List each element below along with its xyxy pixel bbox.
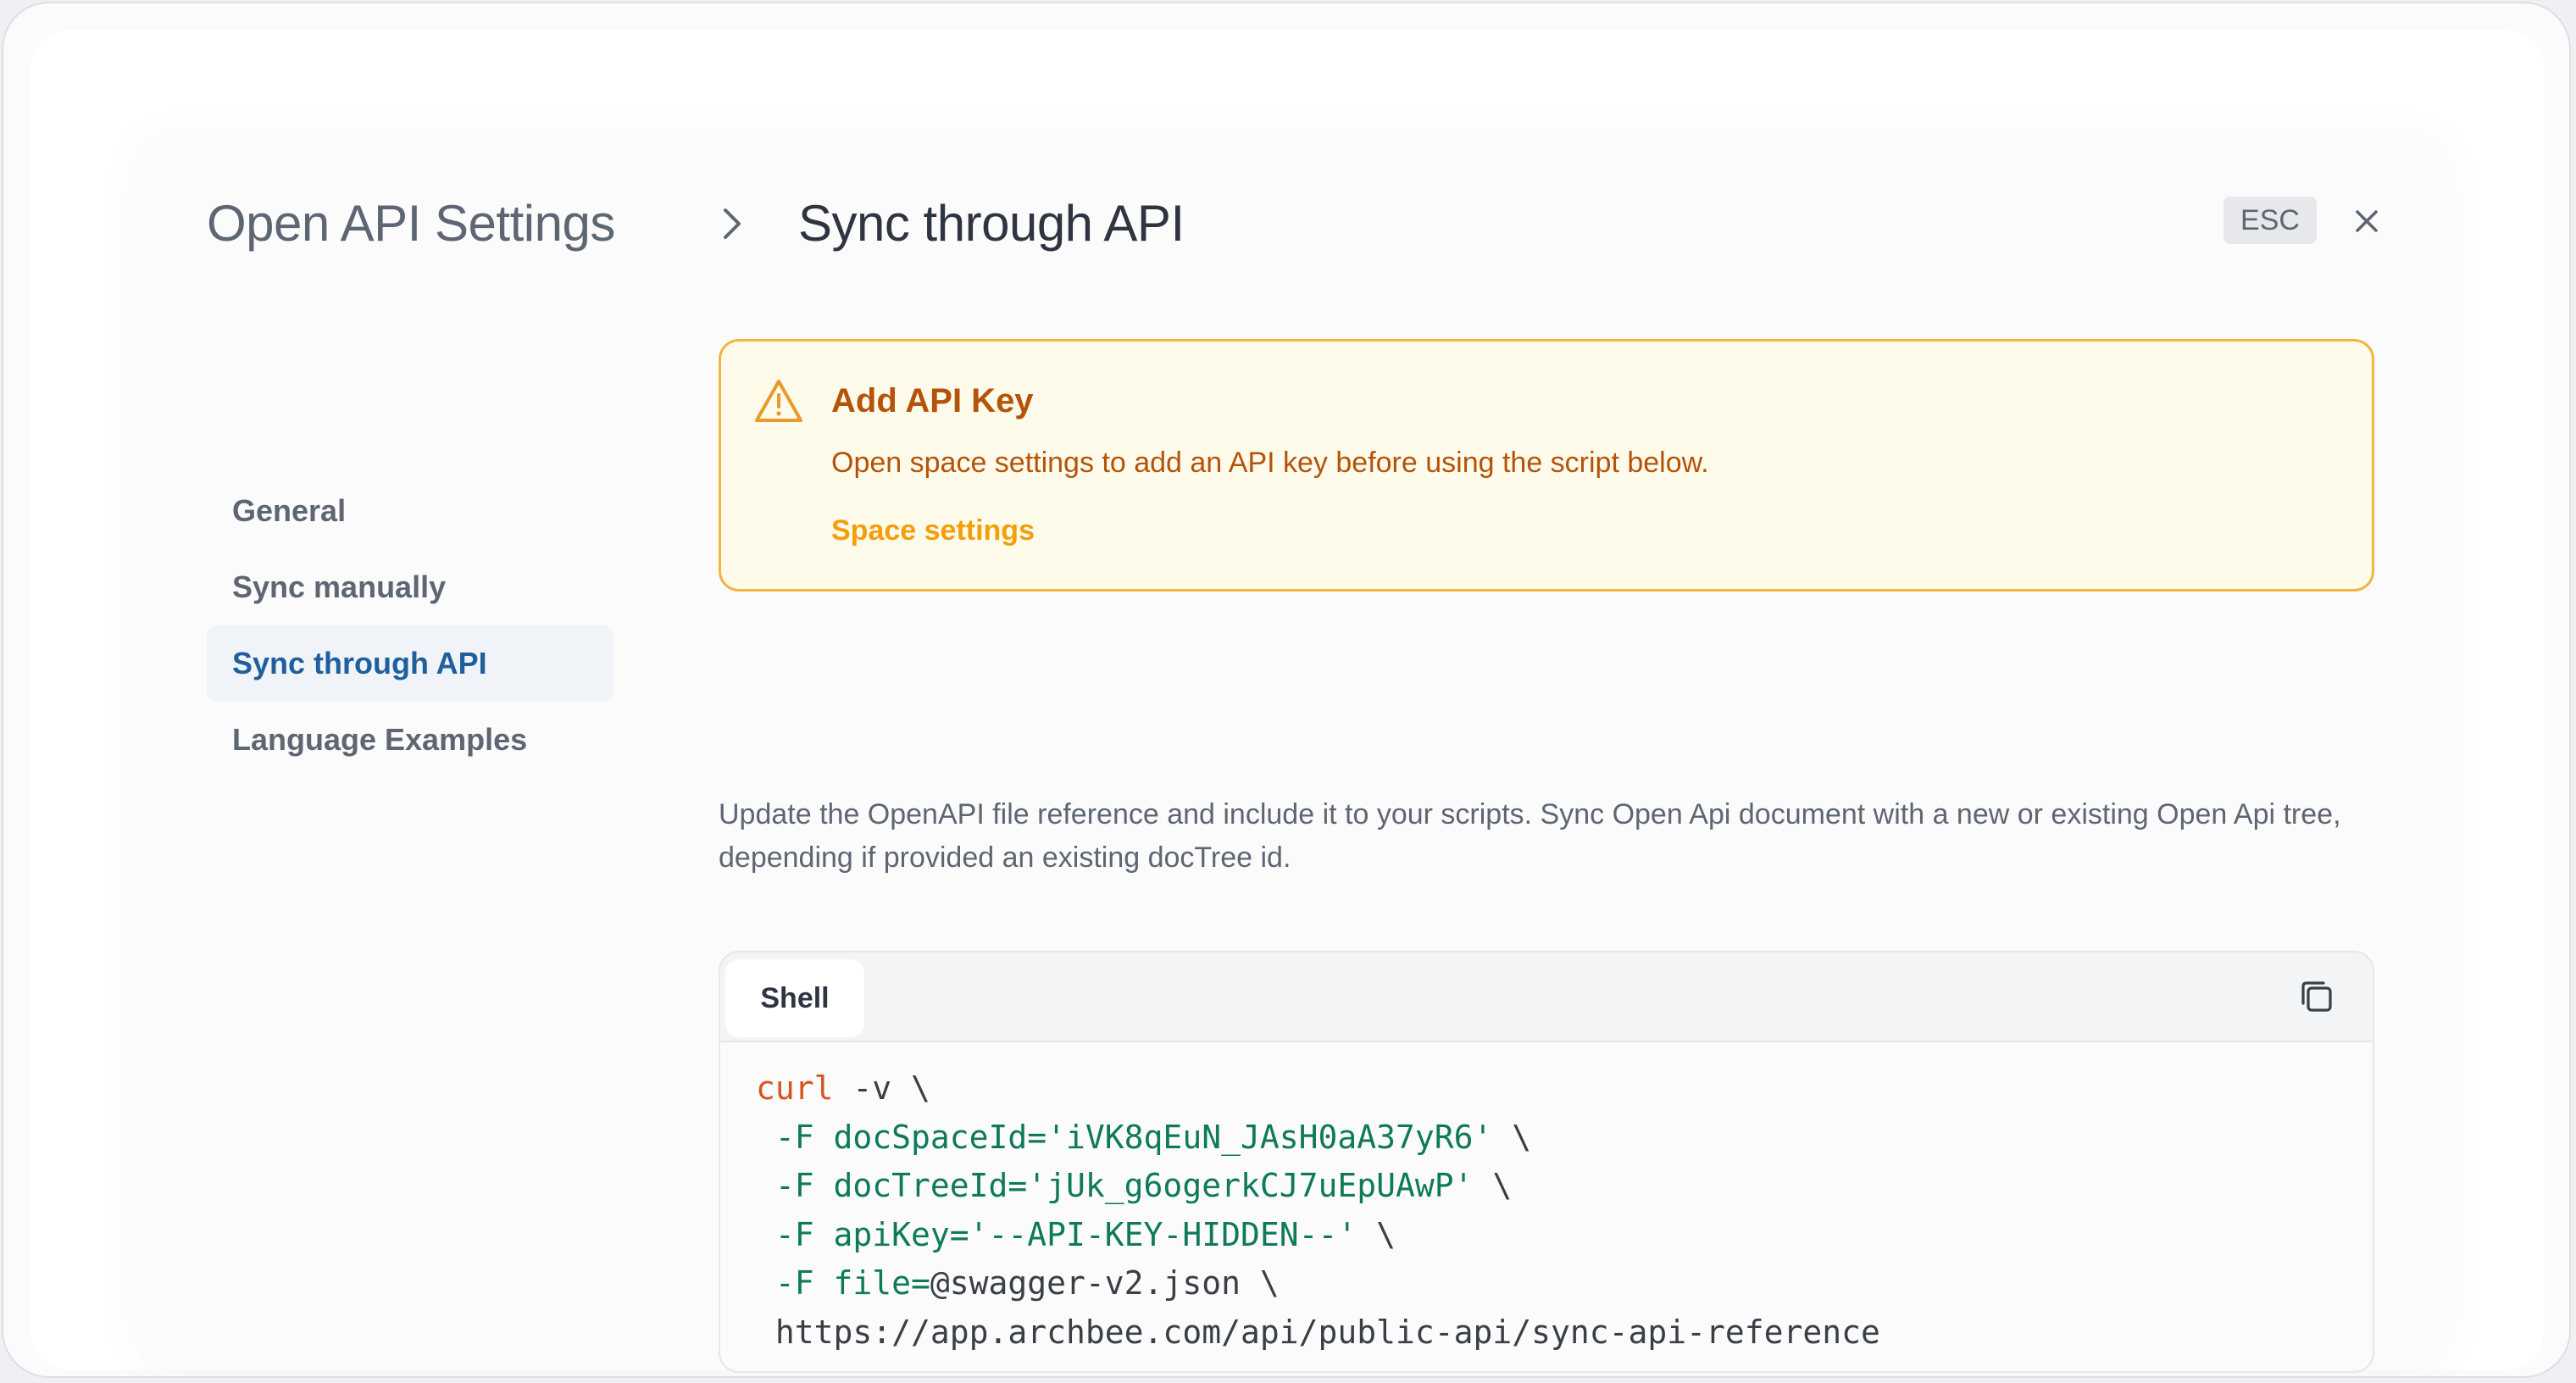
code-block: Shell curl -v \ -F docSpaceId='iVK8qEuN_… <box>719 951 2374 1373</box>
code-tabs: Shell <box>720 953 2373 1042</box>
code-line: https://app.archbee.com/api/public-api/s… <box>756 1308 2339 1358</box>
tab-shell[interactable]: Shell <box>725 959 864 1037</box>
copy-icon[interactable] <box>2295 975 2339 1019</box>
breadcrumb-current: Sync through API <box>798 195 1185 252</box>
code-token: -F docSpaceId='iVK8qEuN_JAsH0aA37yR6' <box>756 1118 1493 1156</box>
code-token: -v \ <box>833 1069 930 1107</box>
window-frame: Open API Settings Sync through API ESC G… <box>2 2 2571 1378</box>
esc-badge: ESC <box>2223 197 2317 244</box>
code-line: -F apiKey='--API-KEY-HIDDEN--' \ <box>756 1211 2339 1260</box>
chevron-right-icon <box>724 208 741 239</box>
breadcrumb-parent[interactable]: Open API Settings <box>207 188 615 259</box>
close-icon <box>2356 210 2378 232</box>
modal-header: Open API Settings Sync through API ESC <box>139 141 2446 293</box>
sidebar-item-sync-through-api[interactable]: Sync through API <box>207 625 613 702</box>
space-settings-link[interactable]: Space settings <box>831 509 1035 552</box>
settings-modal: Open API Settings Sync through API ESC G… <box>139 141 2446 1373</box>
sidebar-item-language-examples[interactable]: Language Examples <box>207 702 613 778</box>
code-token: \ <box>1473 1167 1513 1204</box>
code-content[interactable]: curl -v \ -F docSpaceId='iVK8qEuN_JAsH0a… <box>756 1064 2339 1357</box>
code-token: -F file= <box>756 1264 930 1302</box>
code-token: -F apiKey='--API-KEY-HIDDEN--' <box>756 1215 1357 1253</box>
code-token: \ <box>1492 1118 1532 1156</box>
code-line: -F docSpaceId='iVK8qEuN_JAsH0aA37yR6' \ <box>756 1114 2339 1163</box>
close-button[interactable] <box>2346 200 2388 242</box>
api-key-alert: Add API Key Open space settings to add a… <box>719 339 2374 592</box>
code-token: -F docTreeId='jUk_g6ogerkCJ7uEpUAwP' <box>756 1167 1474 1204</box>
main-content: Add API Key Open space settings to add a… <box>719 339 2374 1373</box>
sync-description: Update the OpenAPI file reference and in… <box>719 798 2341 874</box>
warning-triangle-icon <box>755 380 802 422</box>
code-token: https://app.archbee.com/api/public-api/s… <box>756 1313 1880 1351</box>
code-token: @swagger-v2.json \ <box>930 1264 1280 1302</box>
sidebar-item-general[interactable]: General <box>207 473 613 549</box>
code-command: curl <box>756 1069 834 1107</box>
code-line: -F docTreeId='jUk_g6ogerkCJ7uEpUAwP' \ <box>756 1162 2339 1211</box>
code-line: -F file=@swagger-v2.json \ <box>756 1259 2339 1308</box>
alert-description: Open space settings to add an API key be… <box>831 447 1709 479</box>
code-token: \ <box>1357 1215 1396 1253</box>
alert-title: Add API Key <box>831 382 1034 419</box>
settings-sidebar: General Sync manually Sync through API L… <box>207 473 613 778</box>
sidebar-item-sync-manually[interactable]: Sync manually <box>207 549 613 625</box>
code-line: curl -v \ <box>756 1064 2339 1114</box>
